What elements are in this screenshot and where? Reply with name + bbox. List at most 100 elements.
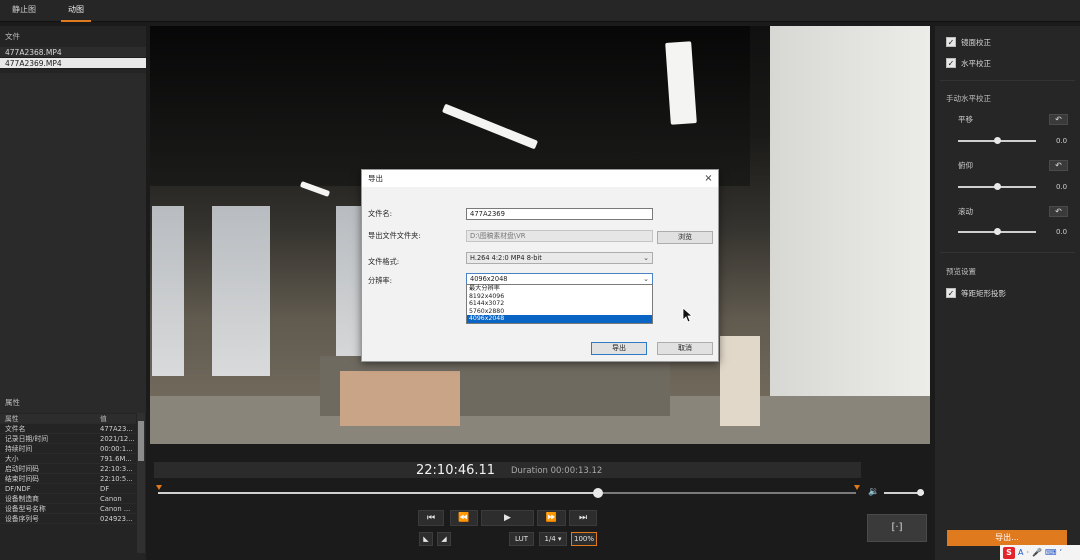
property-value: DF: [100, 485, 110, 493]
ime-lang-icon[interactable]: A: [1018, 548, 1023, 557]
preview-window: [212, 206, 270, 376]
tilt-label: 俯仰: [958, 161, 973, 170]
pan-value: 0.0: [1056, 137, 1068, 145]
checkbox-checked-icon[interactable]: ✓: [946, 37, 956, 47]
tilt-slider-handle[interactable]: [994, 183, 1001, 190]
table-row: 结束时间码 22:10:5...: [0, 474, 136, 484]
table-row: 持续时间 00:00:1...: [0, 444, 136, 454]
reset-pan-icon[interactable]: ↶: [1049, 114, 1068, 125]
level-correction-label: 水平校正: [961, 58, 991, 68]
volume-icon[interactable]: 🔉: [868, 487, 880, 497]
export-folder-label: 导出文件文件夹:: [368, 231, 421, 240]
equirectangular-label: 等距矩形投影: [961, 288, 1006, 298]
ime-punct-icon[interactable]: ·: [1026, 548, 1029, 557]
property-value: 22:10:5...: [100, 475, 133, 483]
table-row: 文件名 477A23...: [0, 424, 136, 434]
property-key: DF/NDF: [5, 485, 31, 493]
close-icon[interactable]: ×: [702, 172, 715, 185]
mouse-cursor-icon: [682, 307, 692, 323]
resolution-value: 4096x2048: [470, 275, 508, 283]
resolution-option[interactable]: 6144x3072: [467, 300, 652, 308]
out-point-marker-icon[interactable]: [854, 485, 860, 490]
files-header: 文件: [5, 32, 20, 41]
level-correction-checkbox[interactable]: ✓ 水平校正: [946, 57, 991, 69]
dialog-title: 导出: [362, 170, 718, 187]
table-row: 记录日期/时间 2021/12...: [0, 434, 136, 444]
pan-slider-handle[interactable]: [994, 137, 1001, 144]
volume-handle[interactable]: [917, 489, 924, 496]
column-header-value: 值: [100, 415, 107, 423]
reset-roll-icon[interactable]: ↶: [1049, 206, 1068, 217]
browse-button[interactable]: 浏览: [657, 231, 713, 244]
next-frame-button[interactable]: ⏩: [537, 510, 566, 526]
playback-speed-select[interactable]: 1/4 ▾: [539, 532, 567, 546]
file-format-label: 文件格式:: [368, 257, 400, 266]
resolution-option-selected[interactable]: 4096x2048: [467, 315, 652, 323]
property-key: 设备序列号: [5, 515, 39, 523]
ime-toolbar: S A · 🎤 ⌨ ʼ: [1000, 545, 1080, 560]
property-value: 024923...: [100, 515, 133, 523]
property-key: 大小: [5, 455, 19, 463]
file-format-value: H.264 4:2:0 MP4 8-bit: [470, 254, 542, 262]
previous-frame-button[interactable]: ⏪: [450, 510, 478, 526]
file-item-selected[interactable]: 477A2369.MP4: [0, 58, 146, 69]
preview-window: [152, 206, 184, 376]
checkbox-checked-icon[interactable]: ✓: [946, 58, 956, 68]
checkbox-checked-icon[interactable]: ✓: [946, 288, 956, 298]
table-row: DF/NDF DF: [0, 484, 136, 494]
play-button[interactable]: ▶: [481, 510, 534, 526]
property-value: 2021/12...: [100, 435, 135, 443]
go-to-start-button[interactable]: ⏮: [418, 510, 444, 526]
tab-motion-image[interactable]: 动图: [61, 0, 91, 22]
preview-chair: [720, 336, 760, 426]
export-folder-input: D:\图稿素材盘\VR: [466, 230, 653, 242]
go-to-end-button[interactable]: ⏭: [569, 510, 597, 526]
resolution-option[interactable]: 8192x4096: [467, 293, 652, 301]
roll-value: 0.0: [1056, 228, 1068, 236]
keyboard-icon[interactable]: ⌨: [1045, 548, 1057, 557]
lut-button[interactable]: LUT: [509, 532, 534, 546]
preview-settings-header: 预览设置: [946, 267, 976, 276]
ime-skin-icon[interactable]: ʼ: [1060, 548, 1063, 557]
export-confirm-button[interactable]: 导出: [591, 342, 647, 355]
property-key: 文件名: [5, 425, 26, 433]
resolution-label: 分辨率:: [368, 276, 392, 285]
property-value: 22:10:3...: [100, 465, 133, 473]
microphone-icon[interactable]: 🎤: [1032, 548, 1042, 557]
file-format-select[interactable]: H.264 4:2:0 MP4 8-bit ⌄: [466, 252, 653, 264]
in-point-marker-icon[interactable]: [156, 485, 162, 490]
resolution-option[interactable]: 5760x2880: [467, 308, 652, 316]
property-value: 477A23...: [100, 425, 133, 433]
resolution-option[interactable]: 最大分辨率: [467, 285, 652, 293]
playhead-handle[interactable]: [592, 488, 603, 498]
tab-still-image[interactable]: 静止图: [8, 0, 40, 22]
lens-correction-checkbox[interactable]: ✓ 镜面校正: [946, 36, 991, 48]
current-timecode: 22:10:46.11: [416, 463, 496, 478]
duration-text: Duration 00:00:13.12: [511, 466, 603, 476]
properties-scrollbar[interactable]: [137, 413, 145, 553]
zoom-level-button[interactable]: 100%: [571, 532, 597, 546]
ime-logo-icon[interactable]: S: [1003, 546, 1015, 559]
file-item[interactable]: 477A2368.MP4: [0, 47, 146, 58]
property-key: 启动时间码: [5, 465, 39, 473]
mark-in-button[interactable]: ◣: [419, 532, 433, 546]
filename-input[interactable]: 477A2369: [466, 208, 653, 220]
scrollbar-thumb[interactable]: [138, 421, 144, 461]
cancel-button[interactable]: 取消: [657, 342, 713, 355]
properties-header: 属性: [5, 398, 20, 407]
export-button[interactable]: 导出...: [947, 530, 1067, 546]
reset-tilt-icon[interactable]: ↶: [1049, 160, 1068, 171]
scrub-bar-played: [158, 492, 598, 494]
file-list-empty-area: [0, 73, 146, 413]
preview-boxes: [340, 371, 460, 426]
fullscreen-icon[interactable]: [·]: [867, 514, 927, 542]
equirectangular-checkbox[interactable]: ✓ 等距矩形投影: [946, 287, 1006, 299]
manual-level-header: 手动水平校正: [946, 94, 991, 103]
roll-slider-handle[interactable]: [994, 228, 1001, 235]
divider: [940, 80, 1075, 81]
properties-table: 属性 值 文件名 477A23... 记录日期/时间 2021/12... 持续时间…: [0, 414, 136, 524]
property-key: 记录日期/时间: [5, 435, 49, 443]
table-row: 设备制造商 Canon: [0, 494, 136, 504]
mark-out-button[interactable]: ◢: [437, 532, 451, 546]
tilt-value: 0.0: [1056, 183, 1068, 191]
